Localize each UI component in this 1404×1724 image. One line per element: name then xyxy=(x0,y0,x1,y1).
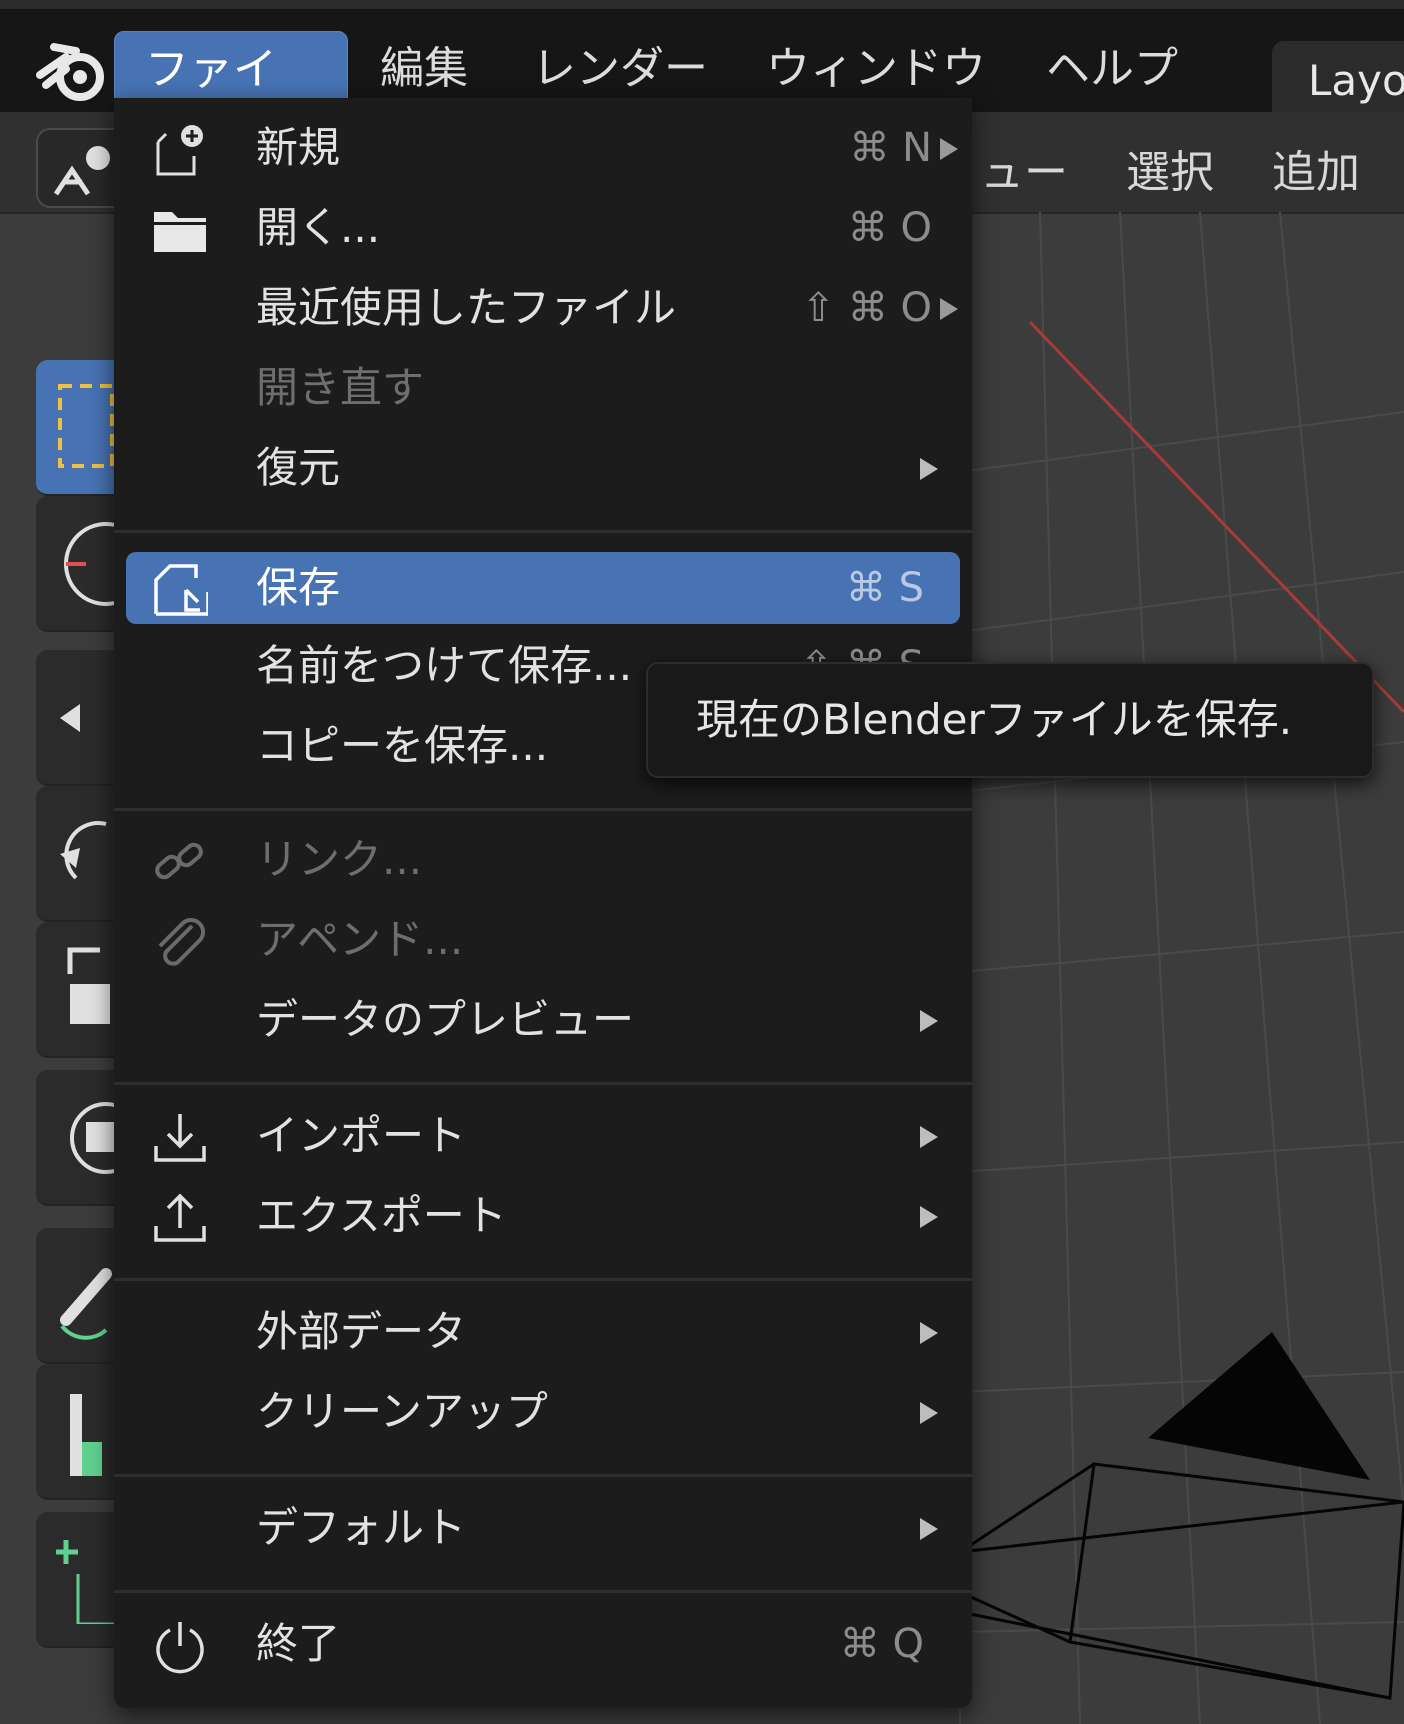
menu-item-save-as-label: 名前をつけて保存... xyxy=(256,641,633,690)
menu-file[interactable]: ファイル xyxy=(114,31,348,171)
menu-item-revert-label: 開き直す xyxy=(256,363,425,412)
menu-item-open-recent-label: 最近使用したファイル xyxy=(256,283,677,332)
new-file-icon xyxy=(156,125,203,176)
ruler-icon xyxy=(70,1394,102,1476)
select-box-icon xyxy=(58,384,114,468)
chevron-right-icon xyxy=(920,1402,938,1424)
menu-separator xyxy=(114,1590,972,1593)
menu-item-defaults[interactable]: デフォルト xyxy=(126,1492,960,1564)
tool-rotate[interactable] xyxy=(36,786,116,922)
cursor-icon xyxy=(64,522,116,606)
x-axis-line xyxy=(1028,320,1404,714)
scale-icon xyxy=(67,947,110,1024)
menu-item-open-recent-shortcut: ⇧ ⌘ O xyxy=(801,285,932,331)
viewport-menu-add[interactable]: 追加 xyxy=(1272,136,1360,200)
menu-item-import-label: インポート xyxy=(256,1111,467,1160)
chevron-right-icon xyxy=(920,1206,938,1228)
menu-separator xyxy=(114,1082,972,1085)
menu-window[interactable]: ウィンドウ xyxy=(736,31,1016,107)
export-icon xyxy=(154,1193,206,1242)
menu-render[interactable]: レンダー xyxy=(502,31,738,107)
chevron-right-icon xyxy=(920,1322,938,1344)
camera-frustum xyxy=(959,1462,1404,1700)
menu-item-export-label: エクスポート xyxy=(256,1191,507,1240)
menu-separator xyxy=(114,530,972,533)
menu-item-open-recent[interactable]: 最近使用したファイル ⇧ ⌘ O xyxy=(126,272,960,344)
menu-item-new-shortcut: ⌘ N xyxy=(849,125,932,171)
menu-item-append: アペンド... xyxy=(126,904,960,976)
file-menu-dropdown: 新規 ⌘ N 開く... ⌘ O 最近使用したファイル ⇧ ⌘ O 開き直す 復… xyxy=(114,98,972,1708)
menu-item-data-previews-label: データのプレビュー xyxy=(256,995,635,1044)
menu-item-quit-label: 終了 xyxy=(256,1619,341,1668)
menu-item-quit-shortcut: ⌘ Q xyxy=(839,1621,924,1667)
menu-item-export[interactable]: エクスポート xyxy=(126,1180,960,1252)
menu-item-open-shortcut: ⌘ O xyxy=(847,205,932,251)
menu-item-save-label: 保存 xyxy=(256,563,341,612)
menu-separator xyxy=(114,1278,972,1281)
add-cube-icon xyxy=(56,1540,116,1624)
move-icon xyxy=(60,704,80,732)
menu-separator xyxy=(114,808,972,811)
menu-item-link: リンク... xyxy=(126,824,960,896)
menu-item-revert: 開き直す xyxy=(126,352,960,424)
menu-item-save-copy-label: コピーを保存... xyxy=(256,721,549,770)
menu-item-recover[interactable]: 復元 xyxy=(126,432,960,504)
tool-add-cube[interactable] xyxy=(36,1512,116,1648)
save-tooltip: 現在のBlenderファイルを保存. xyxy=(646,662,1374,778)
tool-annotate[interactable] xyxy=(36,1228,116,1364)
viewport-menu-select[interactable]: 選択 xyxy=(1126,136,1214,200)
viewport-menu-view[interactable]: ュー xyxy=(980,136,1068,200)
menu-item-save-shortcut: ⌘ S xyxy=(845,565,924,611)
workspace-tab-layout[interactable]: Layo xyxy=(1272,41,1404,119)
menu-edit[interactable]: 編集 xyxy=(350,31,498,107)
tool-select-box[interactable] xyxy=(36,360,116,496)
chevron-right-icon xyxy=(920,1518,938,1540)
menu-item-clean-up[interactable]: クリーンアップ xyxy=(126,1376,960,1448)
menu-item-data-previews[interactable]: データのプレビュー xyxy=(126,984,960,1056)
rotate-icon xyxy=(60,821,107,880)
menu-item-save[interactable]: 保存 ⌘ S xyxy=(126,552,960,624)
menu-item-import[interactable]: インポート xyxy=(126,1100,960,1172)
menu-help[interactable]: ヘルプ xyxy=(1016,31,1208,107)
menu-item-clean-up-label: クリーンアップ xyxy=(256,1387,548,1436)
menu-item-quit[interactable]: 終了 ⌘ Q xyxy=(126,1608,960,1680)
folder-icon xyxy=(154,212,206,252)
menu-item-recover-label: 復元 xyxy=(256,443,341,492)
menu-item-open[interactable]: 開く... ⌘ O xyxy=(126,192,960,264)
menu-item-external-data[interactable]: 外部データ xyxy=(126,1296,960,1368)
tool-cursor[interactable] xyxy=(36,496,116,632)
top-bar: ファイル 編集 レンダー ウィンドウ ヘルプ Layo xyxy=(0,0,1404,171)
chevron-right-icon xyxy=(940,138,958,160)
paperclip-icon xyxy=(158,917,206,966)
menu-item-open-label: 開く... xyxy=(256,203,381,252)
chevron-right-icon xyxy=(920,1010,938,1032)
transform-icon xyxy=(70,1102,116,1174)
menu-item-new-label: 新規 xyxy=(256,123,341,172)
blender-logo-icon[interactable] xyxy=(36,37,106,107)
tool-scale[interactable] xyxy=(36,922,116,1058)
import-icon xyxy=(154,1114,206,1162)
save-file-icon xyxy=(154,564,208,616)
menu-item-link-label: リンク... xyxy=(256,835,423,884)
link-icon xyxy=(155,842,203,880)
tool-move[interactable] xyxy=(36,650,116,786)
chevron-right-icon xyxy=(920,458,938,480)
pencil-icon xyxy=(60,1268,112,1340)
tool-transform[interactable] xyxy=(36,1070,116,1206)
chevron-right-icon xyxy=(940,298,958,320)
menu-item-external-data-label: 外部データ xyxy=(256,1307,467,1356)
menu-item-append-label: アペンド... xyxy=(256,915,464,964)
chevron-right-icon xyxy=(920,1126,938,1148)
tool-measure[interactable] xyxy=(36,1364,116,1500)
menu-separator xyxy=(114,1474,972,1477)
menu-item-new[interactable]: 新規 ⌘ N xyxy=(126,112,960,184)
power-icon xyxy=(156,1622,204,1674)
menu-item-defaults-label: デフォルト xyxy=(256,1503,467,1552)
